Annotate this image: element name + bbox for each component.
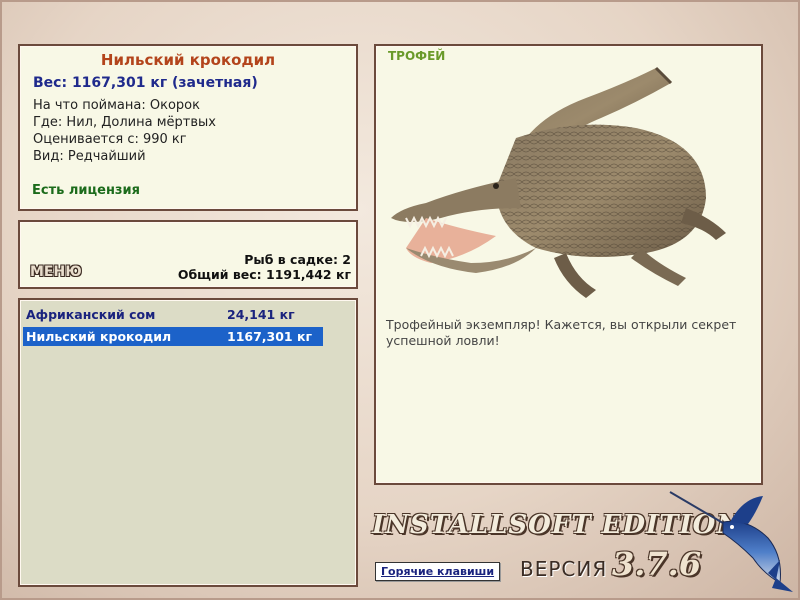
cage-stats: Рыб в садке: 2 Общий вес: 1191,442 кг	[178, 252, 351, 282]
fish-title: Нильский крокодил	[100, 51, 276, 69]
total-weight: Общий вес: 1191,442 кг	[177, 267, 351, 282]
trophy-panel: ТРОФЕЙ Трофейный экземпляр! Кажется, вы …	[374, 44, 763, 485]
hotkeys-button[interactable]: Горячие клавиши	[375, 562, 501, 581]
fish-kind: Вид: Редчайший	[33, 149, 146, 164]
fish-rated-from: Оценивается с: 990 кг	[33, 132, 187, 147]
catch-name: Африканский сом	[26, 307, 156, 322]
marlin-logo	[669, 491, 793, 592]
catch-list-item[interactable]: Африканский сом 24,141 кг	[23, 305, 323, 324]
crocodile-image	[391, 66, 726, 298]
fish-info-panel: Нильский крокодил Вес: 1167,301 кг (заче…	[18, 44, 358, 211]
trophy-description: Трофейный экземпляр! Кажется, вы открыли…	[386, 317, 737, 348]
fish-weight: Вес: 1167,301 кг (зачетная)	[33, 75, 258, 91]
fish-count: Рыб в садке: 2	[244, 252, 351, 267]
catch-name: Нильский крокодил	[26, 329, 172, 344]
menu-button[interactable]: МЕНЮ	[30, 264, 82, 280]
catch-weight: 24,141 кг	[227, 307, 295, 322]
fish-details: На что поймана: Окорок Где: Нил, Долина …	[20, 97, 356, 165]
fish-location: Где: Нил, Долина мёртвых	[33, 115, 216, 130]
catch-list[interactable]: Африканский сом 24,141 кг Нильский кроко…	[18, 298, 358, 587]
fish-bait: На что поймана: Окорок	[33, 98, 200, 113]
catch-weight: 1167,301 кг	[227, 329, 312, 344]
version-label: ВЕРСИЯ	[520, 557, 608, 581]
catch-list-item-selected[interactable]: Нильский крокодил 1167,301 кг	[23, 327, 323, 346]
cage-panel: МЕНЮ Рыб в садке: 2 Общий вес: 1191,442 …	[18, 220, 358, 289]
license-status: Есть лицензия	[32, 183, 140, 198]
